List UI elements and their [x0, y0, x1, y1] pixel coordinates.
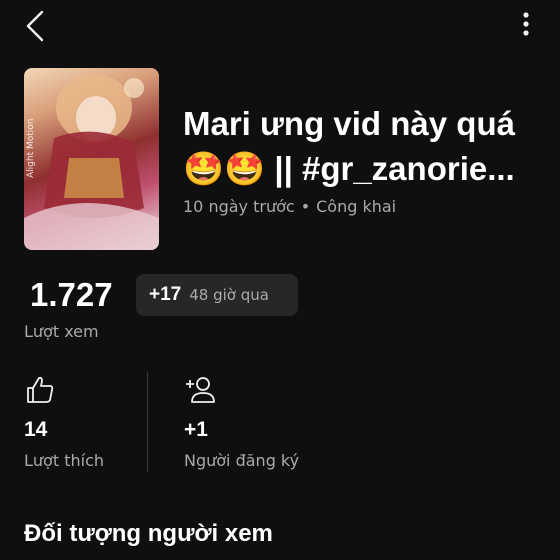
subscribers-label: Người đăng ký [184, 451, 300, 470]
likes-stat-icon-wrap [24, 374, 56, 406]
more-options-button[interactable] [518, 10, 534, 40]
back-button[interactable] [20, 8, 54, 44]
visibility-label: Công khai [316, 197, 397, 216]
chevron-left-icon [26, 10, 44, 42]
views-label: Lượt xem [24, 322, 99, 341]
likes-count: 14 [24, 418, 48, 441]
thumbs-up-icon [27, 376, 54, 403]
views-delta-period: 48 giờ qua [189, 286, 269, 304]
more-vertical-icon [523, 12, 529, 36]
add-person-icon [186, 377, 215, 403]
stats-divider [147, 372, 148, 472]
views-delta-value: +17 [149, 284, 182, 305]
subscribers-count: +1 [184, 418, 208, 441]
audience-section-title: Đối tượng người xem [24, 520, 273, 547]
likes-label: Lượt thích [24, 451, 104, 470]
video-thumbnail[interactable]: Alight Motion [24, 68, 159, 250]
video-title: Mari ưng vid này quá 🤩🤩 || #gr_zanorie..… [183, 105, 515, 187]
video-meta: 10 ngày trước • Công khai [183, 197, 396, 216]
meta-separator: • [300, 197, 311, 216]
subscribers-stat-icon-wrap [184, 374, 216, 406]
views-count: 1.727 [30, 276, 113, 313]
video-analytics-screen: Alight Motion Mari ưng vid này quá 🤩🤩 ||… [0, 0, 560, 560]
thumbnail-artwork [24, 74, 159, 250]
views-delta-chip[interactable]: +17 48 giờ qua [136, 274, 298, 316]
thumbnail-watermark: Alight Motion [26, 118, 36, 178]
upload-age: 10 ngày trước [183, 197, 295, 216]
